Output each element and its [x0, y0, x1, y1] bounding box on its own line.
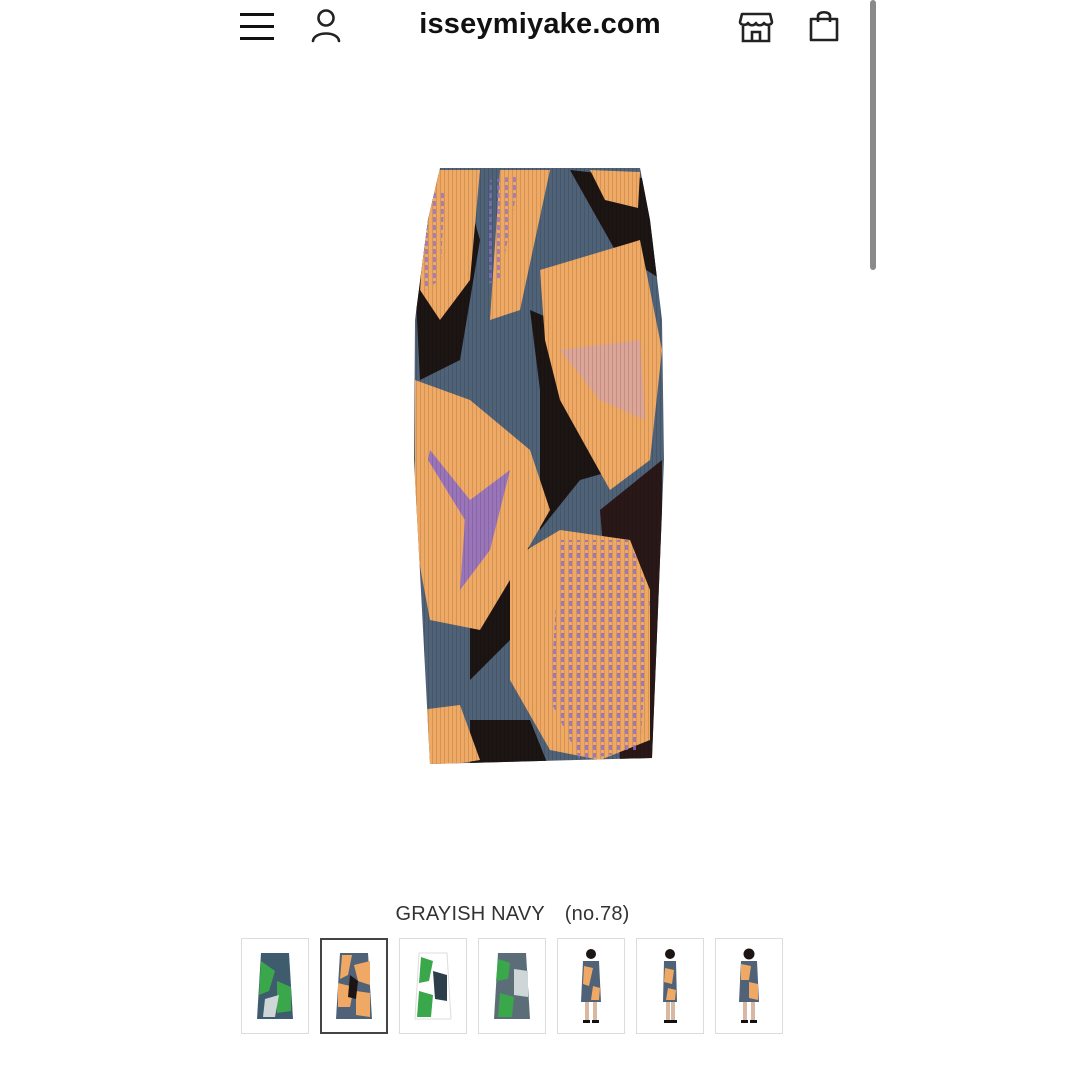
- store-button[interactable]: [736, 6, 776, 46]
- skirt-thumbnail-image: [257, 953, 293, 1019]
- thumbnail-6[interactable]: [636, 938, 704, 1034]
- scrollbar[interactable]: [870, 0, 876, 270]
- hamburger-menu-icon-bar: [240, 25, 274, 28]
- shopping-bag-icon: [809, 10, 839, 42]
- hamburger-menu-icon: [240, 13, 274, 16]
- site-header: isseymiyake.com: [230, 0, 860, 56]
- product-main-image[interactable]: [400, 160, 680, 780]
- skirt-thumbnail-image: [336, 953, 372, 1019]
- skirt-thumbnail-image: [494, 953, 530, 1019]
- thumbnail-2-selected[interactable]: [320, 938, 388, 1034]
- account-button[interactable]: [308, 6, 344, 46]
- cart-button[interactable]: [806, 6, 842, 46]
- model-front-thumbnail-image: [581, 949, 601, 1023]
- model-side-thumbnail-image: [663, 949, 677, 1023]
- thumbnail-4[interactable]: [478, 938, 546, 1034]
- thumbnail-5[interactable]: [557, 938, 625, 1034]
- site-title[interactable]: isseymiyake.com: [410, 8, 670, 41]
- skirt-thumbnail-image: [414, 952, 452, 1020]
- hamburger-menu-icon-bar: [240, 37, 274, 40]
- color-name-label: GRAYISH NAVY (no.78): [395, 903, 630, 925]
- menu-button[interactable]: [238, 8, 278, 44]
- thumbnail-1[interactable]: [241, 938, 309, 1034]
- thumbnail-3[interactable]: [399, 938, 467, 1034]
- user-account-icon: [311, 9, 341, 43]
- store-icon: [738, 12, 774, 43]
- thumbnail-7[interactable]: [715, 938, 783, 1034]
- model-back-thumbnail-image: [739, 948, 759, 1023]
- page: isseymiyake.com GRAYISH NAVY (no.78): [0, 0, 1080, 1080]
- pleated-skirt-image: [414, 168, 664, 764]
